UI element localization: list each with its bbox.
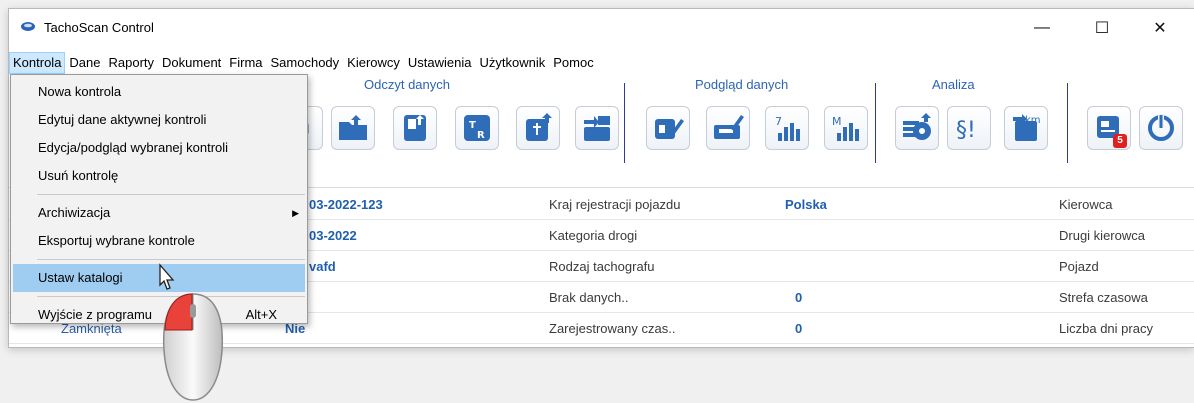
open-folder-icon [339, 115, 367, 140]
field-label: Strefa czasowa [1059, 290, 1148, 305]
menu-item-label: Wyjście z programu [38, 307, 153, 322]
vehicle-view-icon [714, 115, 744, 139]
menu-dokument[interactable]: Dokument [158, 52, 225, 74]
usb-download-icon [526, 113, 552, 141]
menu-firma[interactable]: Firma [225, 52, 266, 74]
svg-text:R: R [477, 130, 485, 141]
field-value: 0 [795, 321, 803, 336]
svg-text:km: km [1025, 115, 1041, 126]
menu-ustawienia[interactable]: Ustawienia [404, 52, 476, 74]
field-label: Zarejestrowany czas.. [549, 321, 676, 336]
menu-bar: Kontrola Dane Raporty Dokument Firma Sam… [9, 52, 598, 74]
group-separator [624, 83, 625, 163]
menu-item-new-control[interactable]: Nowa kontrola [11, 78, 307, 106]
menu-raporty[interactable]: Raporty [105, 52, 159, 74]
field-value: 0 [795, 290, 803, 305]
menu-item-edit-active-control[interactable]: Edytuj dane aktywnej kontroli [11, 106, 307, 134]
open-folder-button[interactable] [331, 106, 375, 150]
minimize-button[interactable]: — [1019, 9, 1065, 47]
svg-text:7: 7 [775, 115, 782, 128]
distance-km-icon: km [1013, 114, 1041, 141]
card-view-button[interactable] [646, 106, 690, 150]
card-view-icon [655, 119, 684, 139]
group-separator [1067, 83, 1068, 163]
field-label: Brak danych.. [549, 290, 629, 305]
shortcut-label: Alt+X [245, 307, 277, 322]
monthly-chart-icon: M [832, 115, 859, 141]
maximize-button[interactable]: ☐ [1079, 9, 1125, 47]
menu-item-export-controls[interactable]: Eksportuj wybrane kontrole [11, 227, 307, 255]
control-place-value: vafd [309, 259, 336, 274]
svg-text:M: M [832, 115, 842, 128]
close-button[interactable]: ✕ [1137, 9, 1183, 47]
weekly-chart-button[interactable]: 7 [765, 106, 809, 150]
distance-km-button[interactable]: km [1004, 106, 1048, 150]
notification-badge: 5 [1113, 134, 1127, 148]
svg-text:§!: §! [956, 118, 976, 143]
menu-dane[interactable]: Dane [65, 52, 104, 74]
field-label: Liczba dni pracy [1059, 321, 1153, 336]
field-label: Kategoria drogi [549, 228, 638, 243]
power-button[interactable] [1139, 106, 1183, 150]
group-title-odczyt: Odczyt danych [364, 77, 450, 92]
field-label: Pojazd [1059, 259, 1099, 274]
menu-samochody[interactable]: Samochody [267, 52, 344, 74]
menu-pomoc[interactable]: Pomoc [549, 52, 597, 74]
data-analysis-icon [903, 113, 931, 140]
monthly-chart-button[interactable]: M [824, 106, 868, 150]
field-value: Polska [785, 197, 827, 212]
window-title: TachoScan Control [44, 20, 154, 35]
menu-separator [37, 259, 305, 260]
usb-download-button[interactable] [516, 106, 560, 150]
app-logo-icon [21, 22, 35, 31]
field-label: Kraj rejestracji pojazdu [549, 197, 681, 212]
tachograph-r-icon: TR [464, 115, 490, 141]
svg-text:T: T [469, 120, 476, 131]
menu-item-edit-selected-control[interactable]: Edycja/podgląd wybranej kontroli [11, 134, 307, 162]
control-number-value: 03-2022-123 [309, 197, 383, 212]
card-reader-icon [404, 115, 426, 141]
news-button[interactable]: 5 [1087, 106, 1131, 150]
menu-kontrola[interactable]: Kontrola [9, 52, 66, 74]
field-label: Kierowca [1059, 197, 1113, 212]
vehicle-view-button[interactable] [706, 106, 750, 150]
power-icon [1148, 114, 1174, 141]
group-separator [875, 83, 876, 163]
card-reader-button[interactable] [393, 106, 437, 150]
menu-item-label: Archiwizacja [38, 205, 111, 220]
group-title-podglad: Podgląd danych [695, 77, 789, 92]
infringements-icon: §! [956, 118, 976, 143]
control-date-value: 03-2022 [309, 228, 357, 243]
menu-item-archive[interactable]: Archiwizacja ▶ [11, 199, 307, 227]
computer-mouse-icon [162, 293, 224, 401]
device-transfer-icon [584, 116, 610, 141]
device-transfer-button[interactable] [575, 106, 619, 150]
submenu-arrow-icon: ▶ [292, 208, 299, 218]
field-label: Drugi kierowca [1059, 228, 1145, 243]
group-title-analiza: Analiza [932, 77, 975, 92]
menu-kierowcy[interactable]: Kierowcy [343, 52, 404, 74]
data-analysis-button[interactable] [895, 106, 939, 150]
menu-item-delete-control[interactable]: Usuń kontrolę [11, 162, 307, 190]
title-bar: TachoScan Control — ☐ ✕ [9, 9, 1194, 47]
menu-uzytkownik[interactable]: Użytkownik [476, 52, 550, 74]
field-label: Rodzaj tachografu [549, 259, 655, 274]
menu-separator [37, 194, 305, 195]
tachograph-r-button[interactable]: TR [455, 106, 499, 150]
infringements-button[interactable]: §! [947, 106, 991, 150]
weekly-chart-icon: 7 [775, 115, 800, 141]
